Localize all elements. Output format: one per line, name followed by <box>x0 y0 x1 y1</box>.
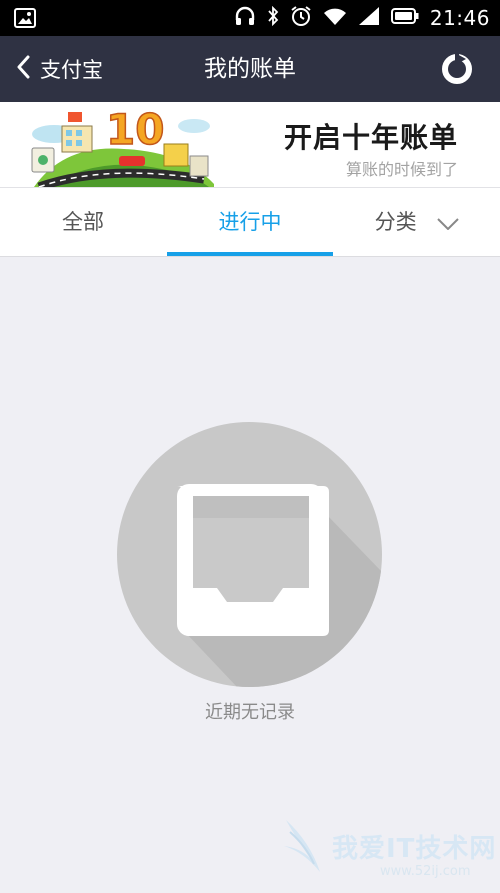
back-button[interactable]: 支付宝 <box>16 36 103 102</box>
signal-icon <box>358 6 380 30</box>
watermark-text: 我爱IT技术网 <box>332 834 497 864</box>
ten-year-bill-banner[interactable]: 10 开启十年账单 算账的时候到了 <box>0 102 500 188</box>
status-bar: 21:46 <box>0 0 500 36</box>
bluetooth-icon <box>267 5 279 30</box>
empty-inbox-icon <box>177 484 382 687</box>
ten-year-illustration: 10 <box>31 104 214 187</box>
chevron-left-icon <box>16 55 30 83</box>
banner-title: 开启十年账单 <box>283 121 458 154</box>
tab-label: 全部 <box>62 210 104 234</box>
tab-category[interactable]: 分类 <box>334 188 500 256</box>
watermark-url: www.52ij.com <box>380 864 471 879</box>
clock-time: 21:46 <box>429 6 490 30</box>
wifi-icon <box>323 6 347 30</box>
empty-state-circle <box>117 422 382 687</box>
tab-label: 进行中 <box>218 210 282 234</box>
back-label: 支付宝 <box>40 58 103 82</box>
bill-tabs: 全部 进行中 分类 <box>0 188 500 257</box>
tab-in-progress[interactable]: 进行中 <box>167 188 333 256</box>
watermark: 我爱IT技术网 www.52ij.com <box>280 812 500 889</box>
tab-all[interactable]: 全部 <box>0 188 166 256</box>
empty-state-message: 近期无记录 <box>205 702 295 723</box>
image-icon <box>14 8 36 32</box>
banner-subtitle: 算账的时候到了 <box>345 160 458 179</box>
ten-badge: 10 <box>106 105 164 154</box>
chevron-down-icon <box>437 189 460 257</box>
tab-label: 分类 <box>374 210 417 234</box>
statistics-pie-icon[interactable] <box>442 54 472 84</box>
battery-icon <box>390 8 419 28</box>
active-tab-indicator <box>167 252 333 256</box>
nav-bar: 支付宝 我的账单 <box>0 36 500 102</box>
headphones-icon <box>234 6 256 30</box>
alarm-icon <box>290 5 312 31</box>
